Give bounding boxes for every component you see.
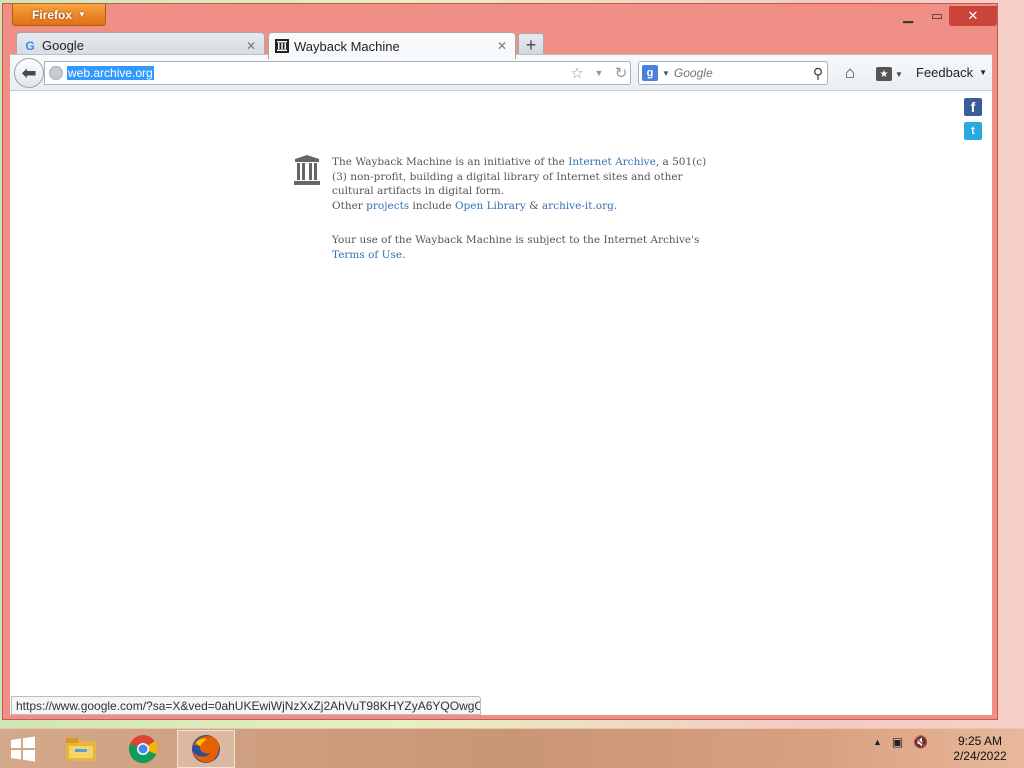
clock-date: 2/24/2022 xyxy=(953,749,1007,763)
open-library-link[interactable]: Open Library xyxy=(455,200,526,212)
close-tab-icon[interactable]: ✕ xyxy=(244,39,258,53)
back-button[interactable]: ⬅ xyxy=(14,58,44,88)
chevron-down-icon[interactable]: ▼ xyxy=(662,69,670,78)
maximize-button[interactable]: ▭ xyxy=(923,6,951,26)
network-icon[interactable]: ▣ xyxy=(892,735,903,749)
url-bar[interactable]: web.archive.org ☆ ▼ ↻ xyxy=(44,61,631,85)
bookmarks-menu-button[interactable]: ★ ▼ xyxy=(876,63,910,85)
period-text: . xyxy=(402,248,406,261)
show-hidden-icons-icon[interactable]: ▲ xyxy=(873,737,882,747)
firefox-icon xyxy=(192,735,220,763)
chevron-down-icon: ▼ xyxy=(78,10,86,19)
firefox-taskbar-button[interactable] xyxy=(177,730,235,768)
google-plus-icon[interactable]: g xyxy=(642,65,658,81)
about-intro-text: The Wayback Machine is an initiative of … xyxy=(332,156,569,168)
reload-icon[interactable]: ↻ xyxy=(612,64,630,82)
site-identity-icon[interactable] xyxy=(49,66,63,80)
terms-text: Your use of the Wayback Machine is subje… xyxy=(332,234,700,246)
firefox-menu-button[interactable]: Firefox ▼ xyxy=(12,4,106,26)
volume-muted-icon[interactable]: 🔇 xyxy=(913,735,928,749)
chrome-taskbar-button[interactable] xyxy=(118,730,168,768)
url-text[interactable]: web.archive.org xyxy=(67,66,154,80)
bookmark-star-icon[interactable]: ☆ xyxy=(568,64,586,82)
minimize-button[interactable]: ▁ xyxy=(893,6,923,26)
chevron-down-icon: ▼ xyxy=(979,68,988,77)
tab-wayback-machine[interactable]: Wayback Machine ✕ xyxy=(268,32,516,59)
close-tab-icon[interactable]: ✕ xyxy=(495,39,509,53)
history-dropdown-icon[interactable]: ▼ xyxy=(590,68,608,78)
chevron-down-icon: ▼ xyxy=(895,69,903,79)
about-paragraph: The Wayback Machine is an initiative of … xyxy=(332,155,707,213)
terms-paragraph: Your use of the Wayback Machine is subje… xyxy=(332,233,707,262)
internet-archive-link[interactable]: Internet Archive xyxy=(568,156,656,168)
firefox-menu-label: Firefox xyxy=(32,7,73,22)
home-button[interactable]: ⌂ xyxy=(839,63,861,85)
close-window-button[interactable]: ✕ xyxy=(949,6,997,26)
status-bar: https://www.google.com/?sa=X&ved=0ahUKEw… xyxy=(11,696,481,715)
tab-label: Google xyxy=(42,38,84,53)
file-explorer-icon xyxy=(66,738,96,761)
twitter-icon[interactable]: t xyxy=(964,122,982,140)
ampersand-text: & xyxy=(525,199,542,212)
windows-start-icon[interactable] xyxy=(6,734,40,764)
projects-link[interactable]: projects xyxy=(366,200,409,212)
search-input[interactable] xyxy=(673,66,805,80)
internet-archive-logo-icon xyxy=(294,155,320,185)
archive-favicon-icon xyxy=(275,39,289,53)
tab-label: Wayback Machine xyxy=(294,38,400,54)
feedback-label: Feedback xyxy=(916,65,974,80)
file-explorer-taskbar-button[interactable] xyxy=(56,730,106,768)
system-clock[interactable]: 9:25 AM 2/24/2022 xyxy=(950,734,1010,764)
other-text: Other xyxy=(332,199,367,212)
taskbar: ▲ ▣ 🔇 9:25 AM 2/24/2022 xyxy=(0,728,1024,768)
facebook-icon[interactable]: f xyxy=(964,98,982,116)
system-tray: ▲ ▣ 🔇 xyxy=(873,735,928,749)
bookmarks-icon: ★ xyxy=(876,67,892,81)
clock-time: 9:25 AM xyxy=(957,734,1003,748)
include-text: include xyxy=(409,199,455,212)
navigation-toolbar: web.archive.org ☆ ▼ ↻ ⬅ g ▼ ⚲ ⌂ ★ ▼ Feed… xyxy=(10,54,992,91)
search-bar[interactable]: g ▼ ⚲ xyxy=(638,61,828,85)
back-arrow-icon: ⬅ xyxy=(21,62,37,83)
page-content: f t The Wayback Machine is an initiative… xyxy=(10,91,992,715)
search-icon[interactable]: ⚲ xyxy=(809,65,827,82)
terms-of-use-link[interactable]: Terms of Use xyxy=(332,249,402,261)
feedback-button[interactable]: Feedback ▼ xyxy=(916,65,987,80)
chrome-icon xyxy=(128,735,158,763)
archive-it-link[interactable]: archive-it.org xyxy=(542,200,614,212)
google-favicon-icon: G xyxy=(25,38,35,53)
period-text: . xyxy=(613,199,618,212)
